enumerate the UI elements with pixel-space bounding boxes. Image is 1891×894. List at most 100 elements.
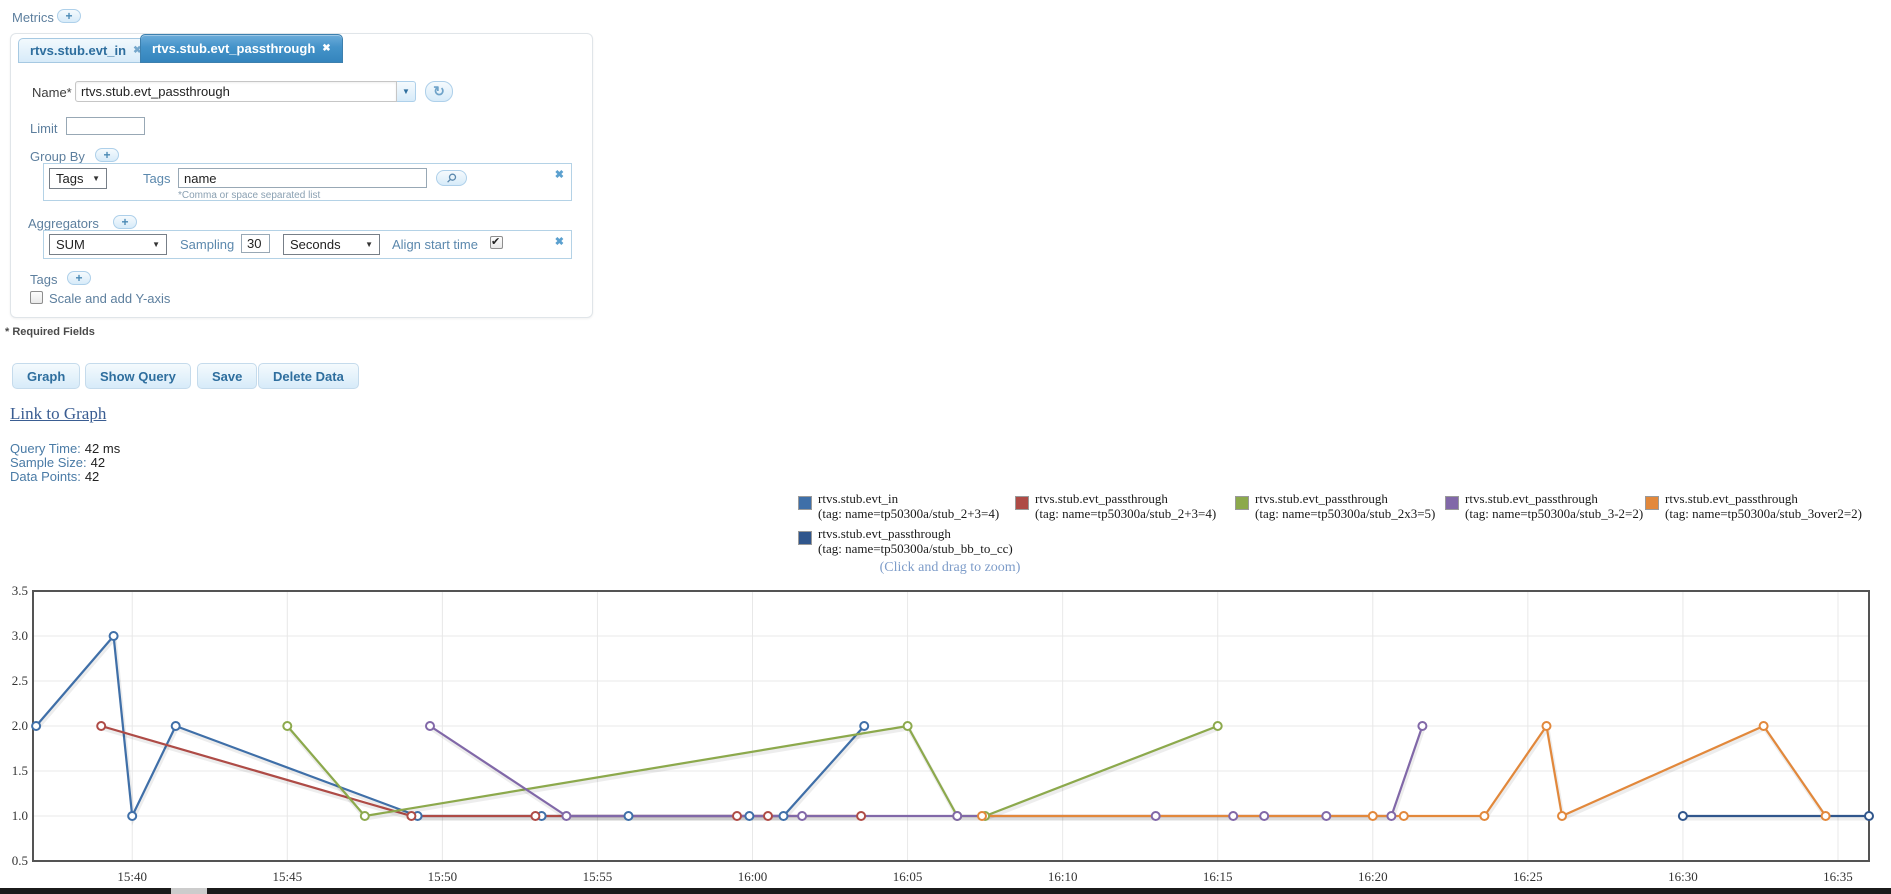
legend-series-tag: (tag: name=tp50300a/stub_3over2=2) — [1665, 506, 1862, 521]
metrics-label: Metrics — [12, 10, 54, 25]
remove-group-by-icon[interactable]: ✖ — [555, 168, 564, 181]
limit-label: Limit — [30, 121, 58, 136]
series-marker-3 — [1150, 811, 1161, 821]
group-by-row: Tags ▼ Tags *Comma or space separated li… — [43, 163, 572, 201]
chevron-down-icon: ▼ — [92, 174, 100, 183]
sample-size-value: 42 — [90, 455, 106, 470]
refresh-icon[interactable]: ↻ — [425, 81, 453, 102]
search-icon — [446, 173, 456, 183]
x-tick-label: 15:50 — [428, 869, 458, 884]
add-tag-button[interactable]: + — [67, 271, 91, 285]
legend-series-tag: (tag: name=tp50300a/stub_2+3=4) — [1035, 506, 1217, 521]
legend-series-tag: (tag: name=tp50300a/stub_3-2=2) — [1465, 506, 1644, 521]
show-query-button[interactable]: Show Query — [85, 363, 191, 389]
series-marker-0 — [170, 721, 181, 731]
x-tick-label: 16:15 — [1203, 869, 1233, 884]
series-marker-3 — [1417, 721, 1428, 731]
tab-evt-in[interactable]: rtvs.stub.evt_in ✖ — [18, 38, 154, 63]
data-points-label: Data Points: — [10, 469, 81, 484]
scale-y-axis-checkbox[interactable] — [30, 291, 43, 304]
add-group-by-button[interactable]: + — [95, 148, 119, 162]
series-marker-3 — [425, 721, 435, 731]
series-marker-4 — [1820, 811, 1831, 821]
series-marker-4 — [1398, 811, 1409, 821]
y-tick-label: 3.5 — [12, 584, 28, 598]
aggregator-select[interactable]: SUM ▼ — [49, 234, 167, 255]
legend-swatch — [1645, 496, 1659, 510]
x-tick-label: 16:25 — [1513, 869, 1543, 884]
link-to-graph[interactable]: Link to Graph — [10, 404, 106, 424]
tab-evt-passthrough-label: rtvs.stub.evt_passthrough — [152, 41, 316, 56]
legend-series-name: rtvs.stub.evt_passthrough — [1255, 491, 1388, 506]
sample-size-stat: Sample Size: 42 — [10, 456, 105, 470]
series-marker-0 — [859, 721, 870, 731]
series-marker-4 — [1541, 721, 1552, 731]
series-marker-3 — [561, 811, 572, 821]
series-marker-1 — [732, 811, 742, 821]
tab-close-icon[interactable]: ✖ — [322, 43, 330, 54]
name-label: Name* — [32, 85, 72, 100]
sampling-unit-select[interactable]: Seconds ▼ — [283, 234, 380, 255]
legend-series-name: rtvs.stub.evt_passthrough — [818, 526, 951, 541]
legend-item: rtvs.stub.evt_passthrough (tag: name=tp5… — [1445, 491, 1643, 521]
y-tick-label: 3.0 — [12, 628, 28, 643]
series-marker-0 — [31, 721, 42, 731]
add-aggregator-button[interactable]: + — [113, 215, 137, 229]
aggregators-label: Aggregators — [28, 216, 99, 231]
legend-item: rtvs.stub.evt_passthrough (tag: name=tp5… — [798, 526, 1013, 556]
required-fields-note: * Required Fields — [5, 326, 95, 338]
group-by-type-value: Tags — [56, 171, 84, 186]
sampling-value-input[interactable] — [241, 234, 270, 253]
sampling-label: Sampling — [180, 237, 235, 252]
data-points-stat: Data Points: 42 — [10, 470, 99, 484]
query-time-label: Query Time: — [10, 441, 81, 456]
metric-name-input[interactable] — [75, 81, 397, 102]
series-marker-2 — [1212, 721, 1223, 731]
bottom-scrollbar-notch[interactable] — [171, 888, 207, 894]
align-start-time-label: Align start time — [392, 237, 478, 252]
series-marker-0 — [778, 811, 789, 821]
save-button[interactable]: Save — [197, 363, 258, 389]
data-points-value: 42 — [84, 469, 100, 484]
legend-series-tag: (tag: name=tp50300a/stub_2x3=5) — [1255, 506, 1436, 521]
series-marker-2 — [282, 721, 293, 731]
limit-input[interactable] — [66, 117, 145, 135]
y-tick-label: 1.5 — [12, 763, 28, 778]
group-by-tags-input[interactable] — [178, 168, 427, 188]
legend-series-name: rtvs.stub.evt_in — [818, 491, 899, 506]
x-tick-label: 16:35 — [1823, 869, 1853, 884]
series-marker-3 — [797, 811, 808, 821]
y-tick-label: 2.0 — [12, 718, 28, 733]
bottom-scrollbar[interactable] — [0, 888, 1891, 894]
y-tick-label: 0.5 — [12, 853, 28, 868]
legend-item: rtvs.stub.evt_passthrough (tag: name=tp5… — [1015, 491, 1216, 521]
series-marker-5 — [1677, 811, 1688, 821]
legend-swatch — [1015, 496, 1029, 510]
series-marker-4 — [977, 811, 987, 821]
x-tick-label: 16:00 — [738, 869, 768, 884]
remove-aggregator-icon[interactable]: ✖ — [555, 235, 564, 248]
series-marker-3 — [1228, 811, 1239, 821]
x-tick-label: 16:05 — [893, 869, 923, 884]
query-time-stat: Query Time: 42 ms — [10, 442, 120, 456]
series-marker-0 — [744, 811, 755, 821]
tab-evt-passthrough[interactable]: rtvs.stub.evt_passthrough ✖ — [140, 34, 343, 63]
metric-name-dropdown-icon[interactable]: ▼ — [397, 81, 416, 102]
series-marker-4 — [1367, 811, 1378, 821]
series-marker-1 — [406, 811, 417, 821]
delete-data-button[interactable]: Delete Data — [258, 363, 359, 389]
series-marker-0 — [108, 631, 119, 641]
group-by-type-select[interactable]: Tags ▼ — [49, 168, 107, 189]
legend-swatch — [1235, 496, 1249, 510]
chevron-down-icon: ▼ — [365, 240, 373, 249]
tags-hint: *Comma or space separated list — [178, 190, 321, 201]
legend-swatch — [1445, 496, 1459, 510]
series-marker-3 — [1259, 811, 1270, 821]
y-tick-label: 1.0 — [12, 808, 28, 823]
graph-button[interactable]: Graph — [12, 363, 81, 389]
align-start-time-checkbox[interactable] — [490, 235, 503, 249]
add-metric-button[interactable]: + — [57, 9, 81, 23]
timeseries-chart[interactable]: 15:40 15:45 15:50 15:55 16:00 16:05 16:10 16:15… — [0, 583, 1891, 888]
sampling-unit-value: Seconds — [290, 237, 341, 252]
tag-search-button[interactable] — [436, 170, 467, 186]
